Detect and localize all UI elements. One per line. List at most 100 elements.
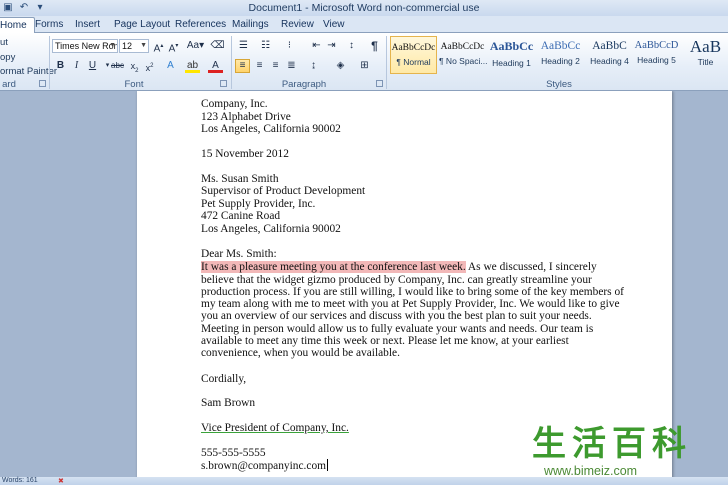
bullets-icon[interactable]: ☰ — [236, 39, 251, 53]
letter-date[interactable]: 15 November 2012 — [201, 148, 289, 161]
signature-name[interactable]: Sam Brown — [201, 397, 255, 410]
signature-title[interactable]: Vice President of Company, Inc. — [201, 422, 349, 435]
font-size-combo[interactable]: 12 ▼ — [119, 39, 149, 53]
style-name: Heading 5 — [637, 55, 676, 65]
body-line[interactable]: you an overview of our services and disc… — [201, 310, 592, 323]
tab-mailings[interactable]: Mailings — [225, 17, 276, 33]
style-sample: AaBbC — [592, 40, 627, 52]
shading-icon[interactable]: ◈ — [333, 59, 348, 73]
chevron-down-icon: ▼ — [109, 42, 116, 49]
ribbon-tabs: Home Forms Insert Page Layout References… — [0, 16, 728, 33]
justify-icon[interactable]: ≣ — [284, 59, 299, 73]
body-line[interactable]: convenience, when you would be available… — [201, 347, 400, 360]
style-sample: AaBbCcD — [634, 40, 679, 51]
body-first-line-rest: As we discussed, I sincerely — [465, 261, 597, 273]
closing[interactable]: Cordially, — [201, 373, 246, 386]
document-page[interactable]: Company, Inc. 123 Alphabet Drive Los Ang… — [137, 91, 672, 477]
text-cursor — [327, 459, 329, 471]
style-heading-4[interactable]: AaBbC Heading 4 — [586, 36, 633, 74]
font-size-value: 12 — [122, 41, 133, 51]
recipient-street[interactable]: 472 Canine Road — [201, 210, 280, 223]
style-name: Heading 4 — [590, 56, 629, 66]
bold-icon[interactable]: B — [53, 59, 68, 73]
style-sample: AaBbCc — [540, 40, 581, 52]
tab-forms[interactable]: Forms — [28, 17, 70, 33]
italic-icon[interactable]: I — [69, 59, 84, 73]
salutation[interactable]: Dear Ms. Smith: — [201, 248, 277, 261]
sender-company[interactable]: Company, Inc. — [201, 98, 268, 111]
style-name: ¶ Normal — [396, 57, 431, 67]
font-group-label: Font — [124, 79, 144, 90]
document-area[interactable]: Company, Inc. 123 Alphabet Drive Los Ang… — [0, 91, 728, 477]
watermark-char: 生 — [532, 424, 566, 464]
numbering-icon[interactable]: ☷ — [258, 39, 273, 53]
shrink-font-icon[interactable]: A▾ — [166, 39, 181, 54]
strikethrough-icon[interactable]: abc — [110, 59, 125, 73]
sort-icon[interactable]: ↕ — [344, 39, 359, 53]
sender-city[interactable]: Los Angeles, California 90002 — [201, 123, 341, 136]
style-sample: AaB — [689, 37, 722, 56]
style-heading-2[interactable]: AaBbCc Heading 2 — [537, 36, 584, 74]
style-sample: AaBbCcDc — [440, 42, 485, 52]
change-case-icon[interactable]: Aa▾ — [186, 39, 205, 53]
tab-page-layout[interactable]: Page Layout — [107, 17, 177, 33]
group-divider — [386, 36, 387, 89]
subscript-icon[interactable]: x2 — [127, 59, 142, 74]
underline-icon[interactable]: U — [85, 59, 100, 73]
superscript-icon[interactable]: x2 — [142, 59, 157, 73]
clipboard-group-label: ard — [2, 79, 16, 90]
paragraph-launcher-icon[interactable] — [376, 80, 383, 87]
tab-view[interactable]: View — [316, 17, 352, 33]
font-launcher-icon[interactable] — [220, 80, 227, 87]
text-effects-icon[interactable]: A — [163, 59, 178, 73]
grow-font-icon[interactable]: A▴ — [151, 39, 166, 54]
chevron-down-icon: ▼ — [140, 42, 147, 49]
style-sample: AaBbCcDc — [391, 43, 436, 53]
align-left-icon[interactable]: ≡ — [235, 59, 250, 73]
decrease-indent-icon[interactable]: ⇤ — [309, 39, 324, 53]
watermark-url: www.bimeiz.com — [544, 464, 638, 478]
align-center-icon[interactable]: ≡ — [252, 59, 267, 73]
style-title[interactable]: AaB Title — [682, 36, 728, 74]
tab-references[interactable]: References — [168, 17, 233, 33]
word-count[interactable]: Words: 161 — [2, 477, 38, 484]
paragraph-group-label: Paragraph — [281, 79, 327, 90]
body-first-line[interactable]: It was a pleasure meeting you at the con… — [201, 261, 597, 274]
tab-insert[interactable]: Insert — [68, 17, 107, 33]
clipboard-launcher-icon[interactable] — [39, 80, 46, 87]
style-heading-5[interactable]: AaBbCcD Heading 5 — [633, 36, 680, 74]
copy-button[interactable]: opy — [0, 52, 15, 63]
font-name-combo[interactable]: Times New Rom ▼ — [52, 39, 118, 53]
cut-button[interactable]: ut — [0, 37, 8, 48]
style-name: Heading 1 — [492, 58, 531, 68]
font-color-icon[interactable]: A — [208, 59, 223, 73]
watermark-char: 科 — [652, 424, 686, 464]
style-heading-1[interactable]: AaBbCc Heading 1 — [488, 36, 535, 74]
group-divider — [49, 36, 50, 89]
recipient-city[interactable]: Los Angeles, California 90002 — [201, 223, 341, 236]
style-sample: AaBbCc — [489, 39, 534, 53]
style-no-spacing[interactable]: AaBbCcDc ¶ No Spaci... — [439, 36, 488, 74]
clear-formatting-icon[interactable]: ⌫ — [210, 39, 225, 53]
style-name: Heading 2 — [541, 56, 580, 66]
borders-icon[interactable]: ⊞ — [357, 59, 372, 73]
selected-sentence[interactable]: It was a pleasure meeting you at the con… — [201, 261, 466, 273]
increase-indent-icon[interactable]: ⇥ — [324, 39, 339, 53]
style-name: ¶ No Spaci... — [439, 56, 488, 66]
line-spacing-icon[interactable]: ↨ — [306, 59, 321, 73]
recipient-title[interactable]: Supervisor of Product Development — [201, 185, 365, 198]
align-right-icon[interactable]: ≡ — [268, 59, 283, 73]
multilevel-list-icon[interactable]: ⁝ — [282, 39, 297, 53]
watermark: 生 活 百 科 www.bimeiz.com — [530, 425, 728, 485]
email-line[interactable]: s.brown@companyinc.com — [201, 459, 329, 473]
tab-review[interactable]: Review — [274, 17, 321, 33]
ribbon: ut opy ormat Painter ard Times New Rom ▼ … — [0, 33, 728, 91]
styles-group-label: Styles — [546, 79, 572, 90]
group-divider — [231, 36, 232, 89]
style-normal[interactable]: AaBbCcDc ¶ Normal — [390, 36, 437, 74]
window-title: Document1 - Microsoft Word non-commercia… — [248, 2, 480, 14]
style-name: Title — [697, 57, 714, 67]
proofing-error-icon[interactable]: ✖ — [58, 477, 64, 485]
highlight-color-icon[interactable]: ab — [185, 59, 200, 73]
show-formatting-icon[interactable]: ¶ — [367, 39, 382, 53]
